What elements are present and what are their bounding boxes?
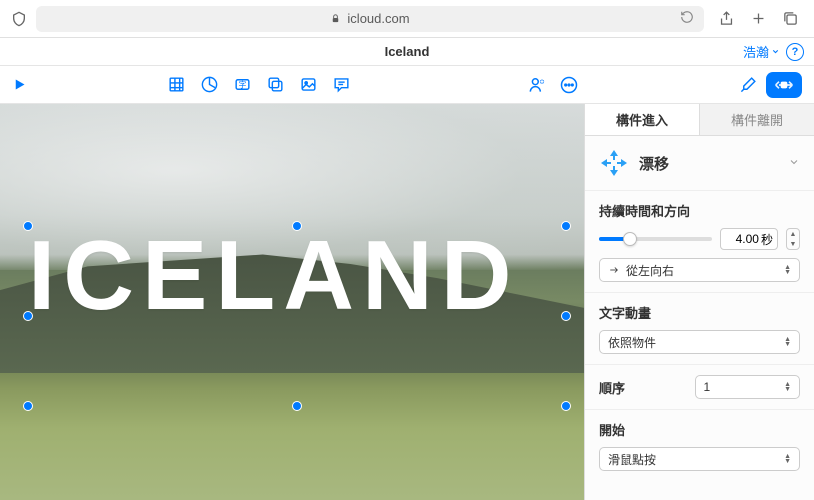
privacy-shield-icon[interactable] (10, 10, 28, 28)
text-anim-select[interactable]: 依照物件 ▲▼ (599, 330, 800, 354)
resize-handle[interactable] (292, 401, 302, 411)
lock-icon (330, 13, 341, 24)
text-anim-label: 文字動畫 (599, 303, 800, 322)
resize-handle[interactable] (23, 311, 33, 321)
duration-input[interactable]: 4.00 秒 (720, 228, 778, 250)
resize-handle[interactable] (561, 401, 571, 411)
url-text: icloud.com (347, 11, 409, 26)
refresh-icon[interactable] (680, 10, 694, 27)
direction-select[interactable]: 從左向右 ▲▼ (599, 258, 800, 282)
slider-thumb[interactable] (623, 232, 637, 246)
resize-handle[interactable] (561, 221, 571, 231)
resize-handle[interactable] (23, 401, 33, 411)
slide-canvas[interactable]: ICELAND (0, 104, 584, 500)
collaborate-icon[interactable] (527, 75, 547, 95)
comment-icon[interactable] (332, 75, 351, 94)
image-icon[interactable] (299, 75, 318, 94)
shape-icon[interactable] (266, 75, 285, 94)
url-field[interactable]: icloud.com (36, 6, 704, 32)
svg-text:字: 字 (239, 80, 247, 90)
tabs-icon[interactable] (781, 10, 799, 28)
effect-selector[interactable]: 漂移 (585, 136, 814, 191)
duration-stepper[interactable]: ▲▼ (786, 228, 800, 250)
text-icon[interactable]: 字 (233, 75, 252, 94)
order-select[interactable]: 1 ▲▼ (695, 375, 801, 399)
tab-build-in[interactable]: 構件進入 (585, 104, 699, 135)
browser-address-bar: icloud.com (0, 0, 814, 38)
inspector-panel: 構件進入 構件離開 漂移 持續時間和方向 (584, 104, 814, 500)
app-toolbar: 字 (0, 66, 814, 104)
arrow-right-icon (608, 265, 620, 275)
duration-slider[interactable] (599, 237, 712, 241)
animate-button[interactable] (766, 72, 802, 98)
selected-text-box[interactable]: ICELAND (28, 226, 566, 406)
user-menu[interactable]: 浩瀚 (743, 42, 780, 61)
slide-title-text[interactable]: ICELAND (28, 226, 566, 324)
chevron-down-icon (788, 156, 800, 171)
share-icon[interactable] (717, 10, 735, 28)
order-label: 順序 (599, 378, 687, 397)
start-select[interactable]: 滑鼠點按 ▲▼ (599, 447, 800, 471)
resize-handle[interactable] (292, 221, 302, 231)
document-title: Iceland (385, 44, 430, 59)
new-tab-icon[interactable] (749, 10, 767, 28)
help-button[interactable]: ? (786, 43, 804, 61)
chart-icon[interactable] (200, 75, 219, 94)
effect-name: 漂移 (639, 153, 778, 174)
resize-handle[interactable] (561, 311, 571, 321)
duration-label: 持續時間和方向 (599, 201, 800, 220)
table-icon[interactable] (167, 75, 186, 94)
more-icon[interactable] (559, 75, 579, 95)
play-button[interactable] (12, 77, 27, 92)
document-title-bar: Iceland 浩瀚 ? (0, 38, 814, 66)
resize-handle[interactable] (23, 221, 33, 231)
drift-icon (599, 148, 629, 178)
format-brush-icon[interactable] (739, 75, 758, 94)
tab-build-out[interactable]: 構件離開 (699, 104, 814, 135)
start-label: 開始 (599, 420, 800, 439)
